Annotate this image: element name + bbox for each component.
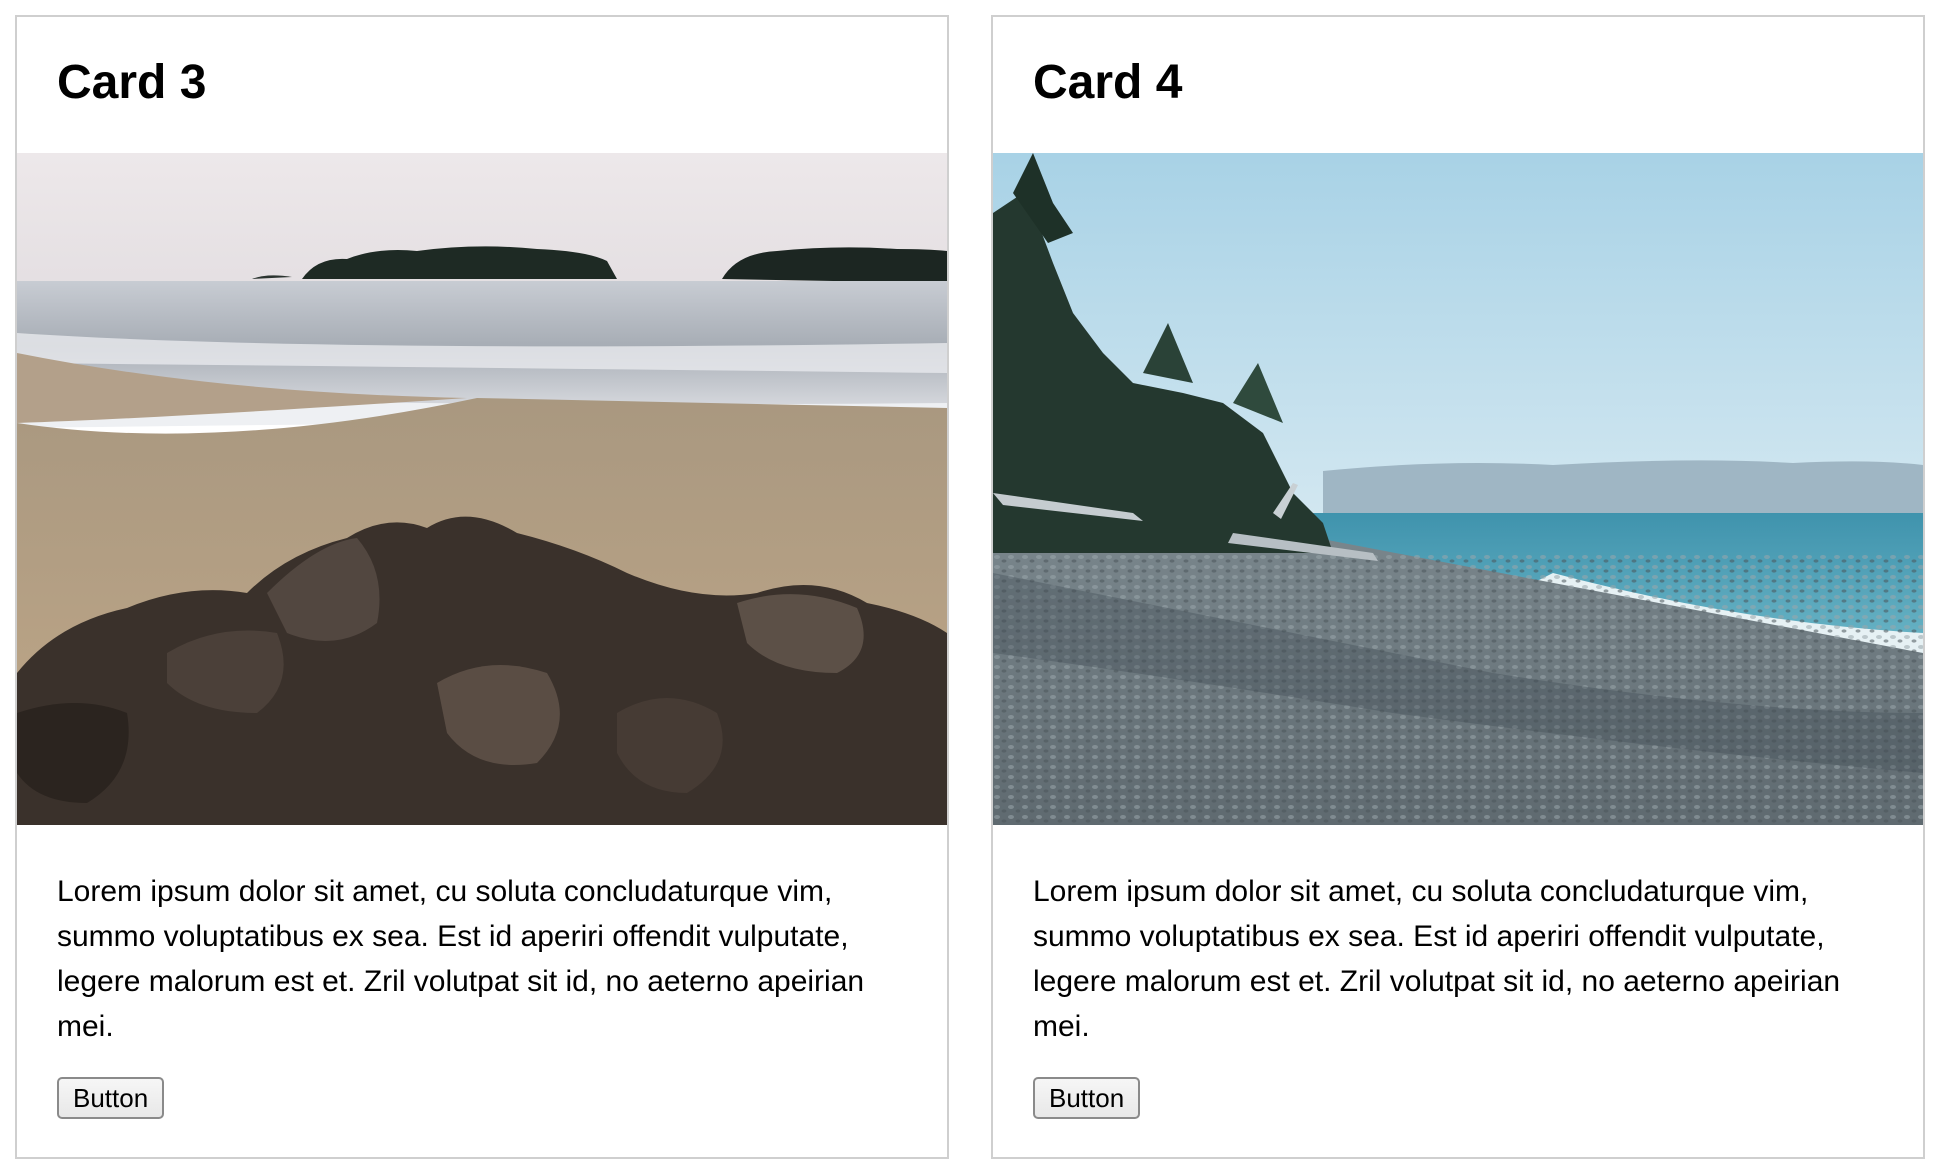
card-image-beach-rocks bbox=[17, 153, 947, 825]
card-title: Card 3 bbox=[57, 56, 207, 109]
card-description: Lorem ipsum dolor sit amet, cu soluta co… bbox=[57, 875, 865, 1043]
card-title: Card 4 bbox=[1033, 56, 1183, 109]
card-description: Lorem ipsum dolor sit amet, cu soluta co… bbox=[1033, 875, 1841, 1043]
card-button[interactable]: Button bbox=[57, 1077, 165, 1119]
card-image-pebble-beach bbox=[993, 153, 1923, 825]
card-button[interactable]: Button bbox=[1033, 1077, 1141, 1119]
card: Card 4 Lorem ipsum dolor sit amet, cu so… bbox=[991, 15, 1925, 1159]
card: Card 3 Lorem ipsum dolor sit amet, cu so… bbox=[15, 15, 949, 1159]
